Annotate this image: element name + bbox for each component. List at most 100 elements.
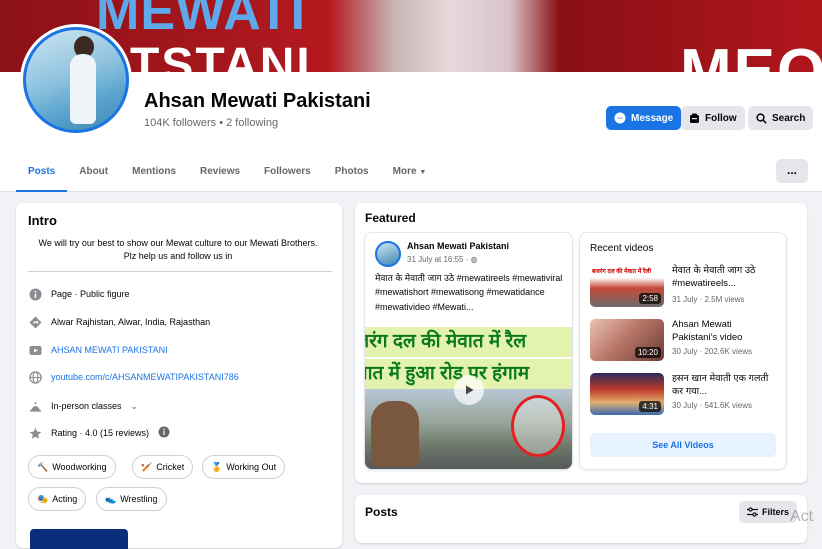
interest-label: Acting bbox=[52, 494, 78, 504]
video-title[interactable]: हसन खान मेवाती एक गलती कर गया... bbox=[672, 373, 778, 399]
interest-label: Woodworking bbox=[52, 462, 107, 472]
posts-title: Posts bbox=[365, 505, 398, 519]
messenger-icon bbox=[614, 112, 626, 124]
interest-chip[interactable]: 🔨 Woodworking bbox=[28, 455, 116, 479]
tab-more-label: More bbox=[392, 166, 417, 177]
search-label: Search bbox=[772, 112, 806, 124]
interest-label: Working Out bbox=[226, 462, 277, 472]
theater-icon: 🎭 bbox=[37, 493, 49, 504]
tab-more[interactable]: More ▼ bbox=[381, 160, 439, 191]
video-item[interactable]: 10:20 Ahsan Mewati Pakistani's video 30 … bbox=[590, 319, 780, 361]
class-icon bbox=[28, 399, 42, 413]
activate-windows-watermark: Act bbox=[790, 508, 814, 525]
follow-button[interactable]: Follow bbox=[681, 106, 745, 130]
video-item[interactable]: 4:31 हसन खान मेवाती एक गलती कर गया... 30… bbox=[590, 373, 780, 415]
cover-text-3: MEO bbox=[680, 37, 822, 72]
recent-videos-panel: Recent videos बजरंग दल की मेवात में रैली… bbox=[580, 233, 786, 469]
recent-videos-title: Recent videos bbox=[590, 243, 654, 254]
hammer-icon: 🔨 bbox=[37, 461, 49, 472]
video-title[interactable]: Ahsan Mewati Pakistani's video bbox=[672, 319, 778, 345]
video-title[interactable]: मेवात के मेवाती जाग उठे #mewatireels... bbox=[672, 265, 778, 291]
interest-chip[interactable]: 🏅 Working Out bbox=[202, 455, 286, 479]
shoe-icon: 👟 bbox=[105, 493, 117, 504]
follow-icon bbox=[690, 113, 699, 123]
interest-label: Cricket bbox=[156, 462, 185, 472]
cover-text-2: TSTANI bbox=[130, 39, 312, 72]
intro-youtube[interactable]: AHSAN MEWATI PAKISTANI bbox=[28, 343, 168, 357]
tab-about[interactable]: About bbox=[67, 160, 120, 191]
globe-icon bbox=[28, 370, 42, 384]
intro-location-text: Alwar Rajhistan, Alwar, India, Rajasthan bbox=[51, 317, 211, 327]
post-author[interactable]: Ahsan Mewati Pakistani bbox=[407, 241, 509, 251]
post-avatar[interactable] bbox=[375, 241, 401, 267]
tab-mentions[interactable]: Mentions bbox=[120, 160, 188, 191]
more-options-button[interactable]: ... bbox=[776, 159, 808, 183]
search-button[interactable]: Search bbox=[748, 106, 814, 130]
follower-count[interactable]: 104K followers • 2 following bbox=[144, 117, 278, 129]
highlight-circle bbox=[511, 395, 565, 457]
filters-button[interactable]: Filters bbox=[739, 501, 798, 523]
thumbnail-headline-1: जरंग दल की मेवात में रैल bbox=[365, 327, 572, 357]
interest-chip[interactable]: 🏏 Cricket bbox=[132, 455, 194, 479]
intro-location: Alwar Rajhistan, Alwar, India, Rajasthan bbox=[28, 315, 210, 329]
video-duration: 2:58 bbox=[639, 293, 661, 304]
video-meta: 30 July · 202.6K views bbox=[672, 347, 753, 356]
intro-title: Intro bbox=[28, 213, 57, 228]
search-icon bbox=[756, 112, 767, 124]
thumbnail-caption: बजरंग दल की मेवात में रैली bbox=[592, 269, 652, 275]
video-meta: 31 July · 2.5M views bbox=[672, 295, 745, 304]
see-all-videos-button[interactable]: See All Videos bbox=[590, 433, 776, 457]
youtube-link[interactable]: AHSAN MEWATI PAKISTANI bbox=[51, 345, 168, 355]
info-icon[interactable] bbox=[158, 426, 170, 440]
message-label: Message bbox=[631, 112, 674, 124]
video-duration: 4:31 bbox=[639, 401, 661, 412]
medal-icon: 🏅 bbox=[211, 461, 223, 472]
video-meta: 30 July · 541.6K views bbox=[672, 401, 753, 410]
featured-title: Featured bbox=[365, 211, 416, 225]
intro-rating[interactable]: Rating · 4.0 (15 reviews) bbox=[28, 426, 170, 440]
intro-website[interactable]: youtube.com/c/AHSANMEWATIPAKISTANI786 bbox=[28, 370, 239, 384]
video-thumbnail[interactable]: 4:31 bbox=[590, 373, 664, 415]
video-thumbnail[interactable]: बजरंग दल की मेवात में रैली 2:58 bbox=[590, 265, 664, 307]
page-header: Ahsan Mewati Pakistani 104K followers • … bbox=[0, 24, 822, 192]
interest-chip[interactable]: 👟 Wrestling bbox=[96, 487, 167, 511]
tab-followers[interactable]: Followers bbox=[252, 160, 323, 191]
intro-rating-text: Rating · 4.0 (15 reviews) bbox=[51, 428, 150, 438]
tab-reviews[interactable]: Reviews bbox=[188, 160, 252, 191]
tab-photos[interactable]: Photos bbox=[323, 160, 381, 191]
cover-text-1: MEWATI bbox=[96, 0, 307, 41]
post-date[interactable]: 31 July at 16:55 · ◍ bbox=[407, 255, 478, 264]
featured-post[interactable]: Ahsan Mewati Pakistani 31 July at 16:55 … bbox=[365, 233, 572, 469]
page-title: Ahsan Mewati Pakistani bbox=[144, 90, 371, 112]
post-text: मेवात के मेवाती जाग उठे #mewatireels #me… bbox=[375, 273, 563, 312]
website-link[interactable]: youtube.com/c/AHSANMEWATIPAKISTANI786 bbox=[51, 372, 239, 382]
video-thumbnail[interactable]: 10:20 bbox=[590, 319, 664, 361]
video-item[interactable]: बजरंग दल की मेवात में रैली 2:58 मेवात के… bbox=[590, 265, 780, 307]
post-date-text: 31 July at 16:55 · bbox=[407, 255, 469, 264]
intro-category-text: Page · Public figure bbox=[51, 289, 130, 299]
intro-category: Page · Public figure bbox=[28, 287, 130, 301]
profile-avatar[interactable] bbox=[20, 24, 132, 136]
interest-label: Wrestling bbox=[120, 494, 158, 504]
intro-services[interactable]: In-person classes ⌄ bbox=[28, 399, 138, 413]
intro-bio: We will try our best to show our Mewat c… bbox=[38, 238, 318, 262]
chevron-down-icon: ▼ bbox=[419, 169, 427, 176]
person-image bbox=[371, 401, 419, 467]
posts-card: Posts Filters bbox=[355, 495, 807, 543]
chevron-down-icon[interactable]: ⌄ bbox=[131, 401, 139, 412]
interest-chip[interactable]: 🎭 Acting bbox=[28, 487, 87, 511]
message-button[interactable]: Message bbox=[606, 106, 682, 130]
intro-divider bbox=[28, 271, 332, 272]
video-duration: 10:20 bbox=[634, 347, 661, 358]
tab-posts[interactable]: Posts bbox=[16, 160, 68, 192]
youtube-icon bbox=[28, 343, 42, 357]
intro-featured-thumbnail[interactable] bbox=[30, 529, 128, 549]
cricket-icon: 🏏 bbox=[141, 461, 153, 472]
page-tabs: Posts About Mentions Reviews Followers P… bbox=[16, 160, 439, 192]
location-icon bbox=[28, 315, 42, 329]
more-dots-icon: ... bbox=[786, 163, 797, 178]
play-icon[interactable] bbox=[454, 375, 484, 405]
filters-label: Filters bbox=[762, 507, 790, 517]
post-video-thumbnail[interactable]: जरंग दल की मेवात में रैल वात में हुआ रोड… bbox=[365, 323, 572, 469]
follow-label: Follow bbox=[705, 112, 737, 124]
